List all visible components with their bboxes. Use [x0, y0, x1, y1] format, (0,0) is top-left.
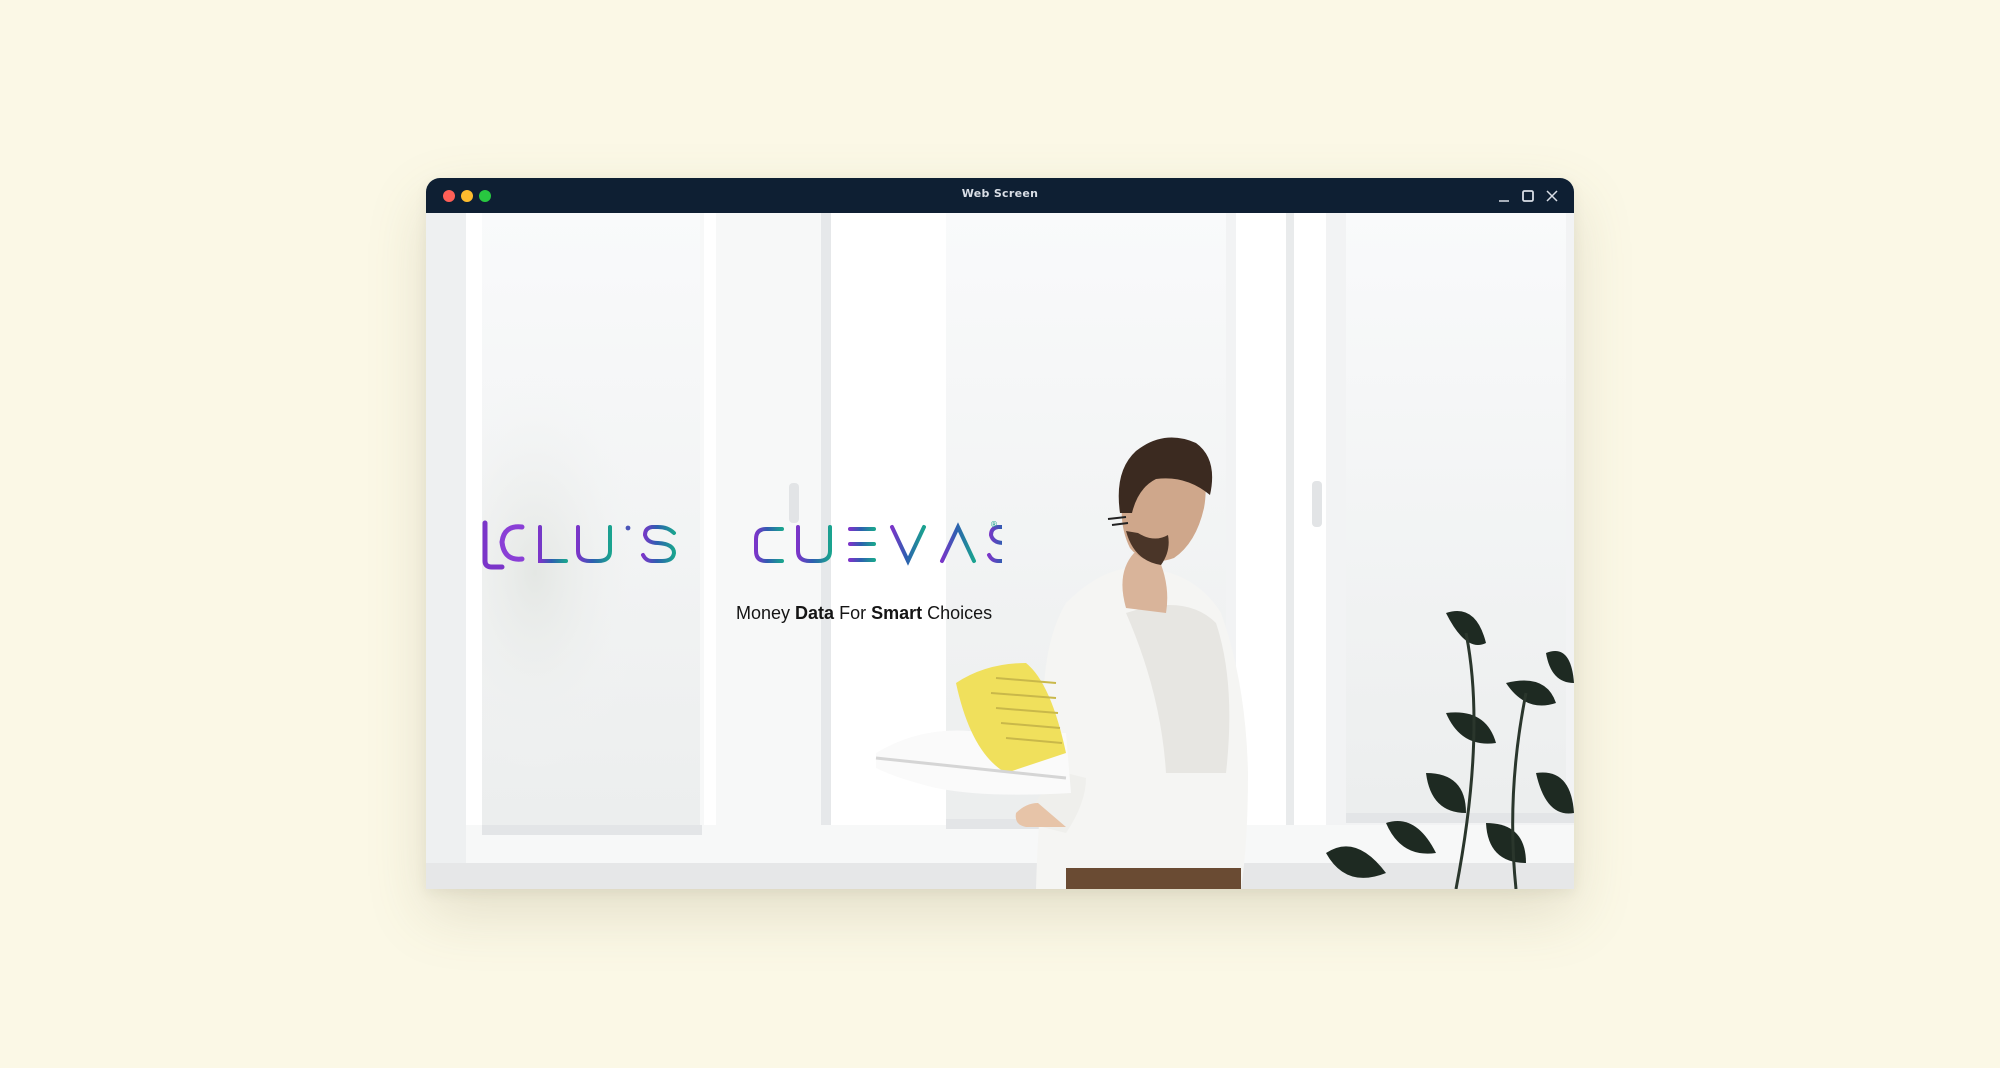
tagline-word: Choices [927, 603, 993, 623]
close-icon [1546, 190, 1558, 202]
tagline-word-bold: Smart [871, 603, 923, 623]
browser-window: Web Screen ® Money Data For Smart Choice… [426, 178, 1574, 889]
tagline-word: Money [736, 603, 791, 623]
maximize-icon [1522, 190, 1534, 202]
window-titlebar: Web Screen [426, 178, 1574, 213]
luis-cuevas-logo: ® [482, 520, 1002, 570]
trademark-symbol: ® [990, 520, 998, 529]
close-button[interactable] [1543, 187, 1561, 205]
tagline-word: For [839, 603, 867, 623]
minimize-button[interactable] [1496, 187, 1514, 205]
hero-section: ® Money Data For Smart Choices [426, 213, 1574, 889]
tagline-word-bold: Data [795, 603, 835, 623]
minimize-icon [1499, 200, 1509, 202]
maximize-button[interactable] [1519, 187, 1537, 205]
tagline: Money Data For Smart Choices [736, 603, 992, 624]
window-title: Web Screen [961, 187, 1039, 200]
